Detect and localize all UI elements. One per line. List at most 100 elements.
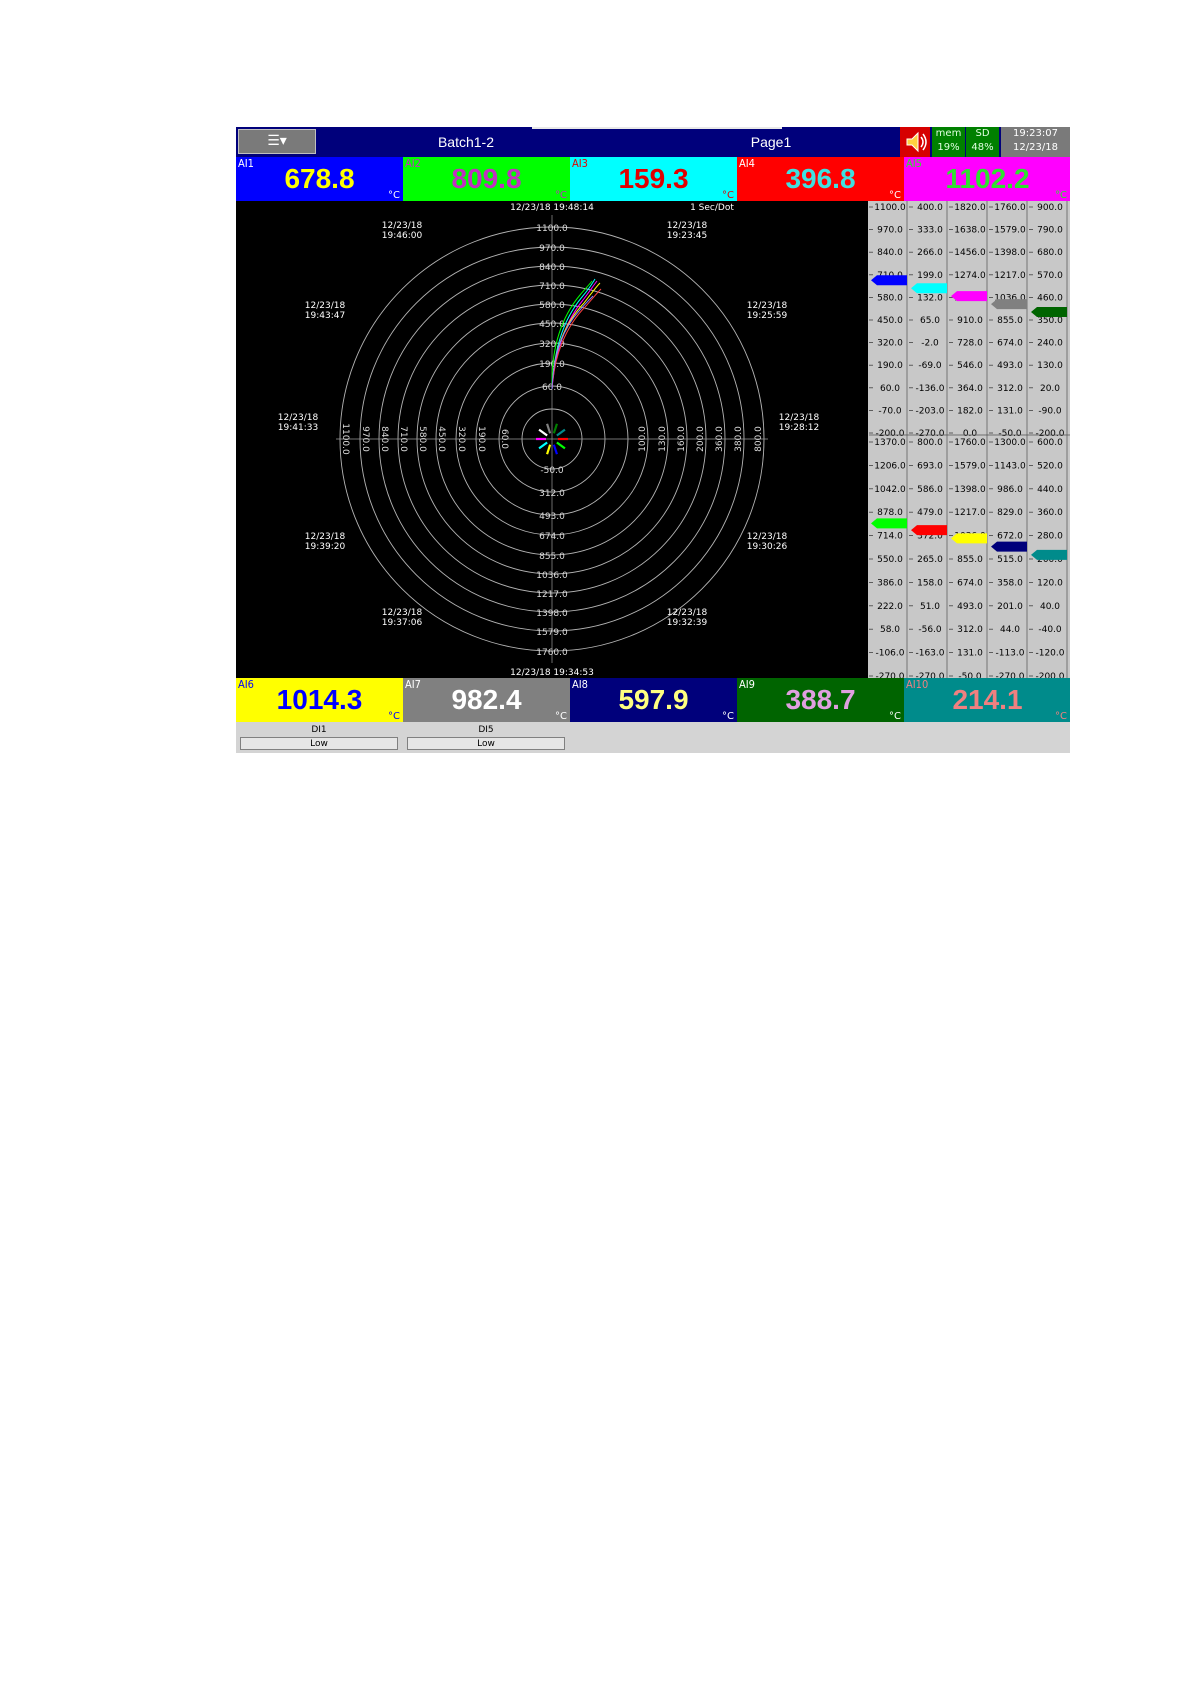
di-state: Low xyxy=(240,737,398,750)
polar-chart[interactable]: 12/23/18 19:48:14 1 Sec/Dot 12/23/18 19:34… xyxy=(236,201,868,678)
polar-ring-label-right: 360.0 xyxy=(715,426,725,452)
scale-pointer-bottom xyxy=(991,541,1027,552)
channel-unit: °C xyxy=(388,711,400,722)
polar-time-label-time: 19:32:39 xyxy=(667,618,708,628)
clock[interactable]: 19:23:07 12/23/18 xyxy=(1001,127,1070,157)
scale-label: 546.0 xyxy=(957,361,983,371)
polar-ring-label-left: 190.0 xyxy=(476,426,486,452)
scale-label: -120.0 xyxy=(1035,649,1064,659)
speaker-button[interactable] xyxy=(900,127,930,157)
polar-ring-label-right: 380.0 xyxy=(734,426,744,452)
polar-ring-label-left: 970.0 xyxy=(360,426,370,452)
polar-hub-spoke xyxy=(546,444,552,455)
polar-ring-label-up: 970.0 xyxy=(539,244,565,254)
page-title[interactable]: Page1 xyxy=(616,127,926,157)
scale-label: 580.0 xyxy=(877,293,903,303)
polar-ring-label-up: 1100.0 xyxy=(536,224,568,234)
scale-label: 910.0 xyxy=(957,316,983,326)
scale-pointer-top xyxy=(871,275,907,286)
scale-label: 358.0 xyxy=(997,578,1023,588)
polar-ring-label-left: 1100.0 xyxy=(340,423,350,455)
channel-unit: °C xyxy=(889,190,901,201)
scale-label: 586.0 xyxy=(917,485,943,495)
polar-hub-spoke xyxy=(556,428,566,437)
polar-ring-label-down: 493.0 xyxy=(539,512,565,522)
channel-unit: °C xyxy=(722,711,734,722)
scale-label: 158.0 xyxy=(917,578,943,588)
scale-label: 199.0 xyxy=(917,271,943,281)
scale-label: 440.0 xyxy=(1037,485,1063,495)
polar-ring-label-down: 674.0 xyxy=(539,532,565,542)
channel-box-ai10[interactable]: AI10 214.1 °C xyxy=(904,678,1070,722)
channel-unit: °C xyxy=(388,190,400,201)
menu-button[interactable]: ☰▾ xyxy=(238,129,316,154)
scale-label: 878.0 xyxy=(877,508,903,518)
scale-pointer-bottom xyxy=(911,525,947,536)
polar-hub-spoke xyxy=(538,441,548,450)
scale-label: 130.0 xyxy=(1037,361,1063,371)
polar-time-label-date: 12/23/18 xyxy=(382,608,423,618)
channel-box-ai1[interactable]: AI1 678.8 °C xyxy=(236,157,403,201)
polar-hub-spoke xyxy=(538,428,548,437)
bar-scales-svg: 1100.0970.0840.0710.0580.0450.0320.0190.… xyxy=(869,201,1070,682)
channel-box-ai8[interactable]: AI8 597.9 °C xyxy=(570,678,737,722)
sd-value: 48% xyxy=(971,142,994,153)
scale-label: -69.0 xyxy=(918,361,942,371)
polar-ring-label-down: 1217.0 xyxy=(536,590,568,600)
channel-box-ai9[interactable]: AI9 388.7 °C xyxy=(737,678,904,722)
bar-scales: 1100.0970.0840.0710.0580.0450.0320.0190.… xyxy=(869,201,1070,682)
polar-trace xyxy=(551,282,601,390)
polar-time-label-time: 19:37:06 xyxy=(382,618,423,628)
scale-label: 1206.0 xyxy=(874,461,906,471)
polar-ring-label-down: 312.0 xyxy=(539,489,565,499)
channel-unit: °C xyxy=(1055,190,1067,201)
di-name: DI5 xyxy=(478,725,494,735)
channel-value: 1102.2 xyxy=(945,163,1030,194)
scale-label: 132.0 xyxy=(917,293,943,303)
channel-unit: °C xyxy=(555,711,567,722)
scale-label: 65.0 xyxy=(920,316,940,326)
scale-label: 986.0 xyxy=(997,485,1023,495)
scale-label: -40.0 xyxy=(1038,625,1062,635)
digital-input-di1[interactable]: DI1 Low xyxy=(240,724,398,751)
di-name: DI1 xyxy=(311,725,327,735)
scale-label: 1042.0 xyxy=(874,485,906,495)
polar-ring-label-up: 840.0 xyxy=(539,263,565,273)
scale-label: 550.0 xyxy=(877,555,903,565)
scale-label: 364.0 xyxy=(957,384,983,394)
scale-label: 333.0 xyxy=(917,226,943,236)
scale-label: 131.0 xyxy=(957,649,983,659)
scale-label: 1100.0 xyxy=(874,203,906,213)
scale-label: 51.0 xyxy=(920,602,940,612)
scale-label: 970.0 xyxy=(877,226,903,236)
channel-box-ai5[interactable]: AI5 1102.2 °C xyxy=(904,157,1070,201)
channel-box-ai4[interactable]: AI4 396.8 °C xyxy=(737,157,904,201)
scale-label: 450.0 xyxy=(877,316,903,326)
scale-label: 1217.0 xyxy=(954,508,986,518)
polar-hub-spoke xyxy=(556,441,566,450)
scale-label: 1217.0 xyxy=(994,271,1026,281)
scale-label: 1398.0 xyxy=(954,485,986,495)
scale-label: 201.0 xyxy=(997,602,1023,612)
scale-label: 120.0 xyxy=(1037,578,1063,588)
channel-box-ai2[interactable]: AI2 809.8 °C xyxy=(403,157,570,201)
scale-label: 182.0 xyxy=(957,406,983,416)
channel-value: 809.8 xyxy=(451,163,522,194)
polar-time-label-date: 12/23/18 xyxy=(667,221,708,231)
polar-ring-label-left: 580.0 xyxy=(417,426,427,452)
channel-unit: °C xyxy=(722,190,734,201)
scale-label: 266.0 xyxy=(917,248,943,258)
digital-input-bar: DI1 Low DI5 Low xyxy=(236,722,1070,753)
channel-box-ai7[interactable]: AI7 982.4 °C xyxy=(403,678,570,722)
batch-title[interactable]: Batch1-2 xyxy=(316,127,616,157)
channel-box-ai3[interactable]: AI3 159.3 °C xyxy=(570,157,737,201)
scale-pointer-top xyxy=(1031,307,1067,318)
scale-label: -136.0 xyxy=(915,384,944,394)
scale-label: 1274.0 xyxy=(954,271,986,281)
memory-label: mem xyxy=(935,128,962,139)
scale-label: 790.0 xyxy=(1037,226,1063,236)
digital-input-di5[interactable]: DI5 Low xyxy=(407,724,565,751)
channel-value: 388.7 xyxy=(785,684,856,715)
polar-ring-label-right: 200.0 xyxy=(696,426,706,452)
channel-box-ai6[interactable]: AI6 1014.3 °C xyxy=(236,678,403,722)
